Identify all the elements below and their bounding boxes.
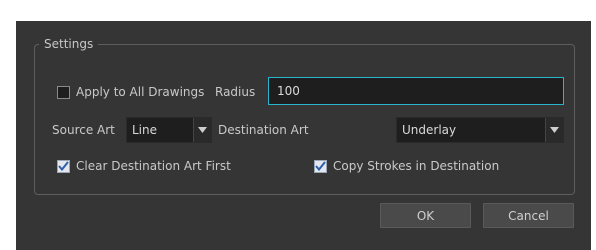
destination-art-select[interactable]: Underlay bbox=[396, 117, 564, 143]
clear-destination-row: Clear Destination Art First bbox=[57, 159, 231, 173]
source-art-value: Line bbox=[132, 123, 158, 137]
chevron-down-icon[interactable] bbox=[193, 118, 211, 142]
clear-destination-label: Clear Destination Art First bbox=[76, 159, 231, 173]
apply-all-label: Apply to All Drawings bbox=[76, 85, 205, 99]
settings-group: Settings Apply to All Drawings Radius 10… bbox=[34, 37, 575, 195]
source-art-select[interactable]: Line bbox=[126, 117, 212, 143]
settings-dialog: Settings Apply to All Drawings Radius 10… bbox=[16, 21, 591, 250]
chevron-down-icon[interactable] bbox=[545, 118, 563, 142]
clear-destination-checkbox[interactable] bbox=[57, 159, 70, 173]
settings-group-title: Settings bbox=[39, 37, 99, 51]
apply-all-checkbox[interactable] bbox=[57, 85, 70, 99]
ok-button[interactable]: OK bbox=[380, 203, 471, 228]
copy-strokes-label: Copy Strokes in Destination bbox=[333, 159, 500, 173]
apply-all-row: Apply to All Drawings bbox=[57, 85, 204, 99]
destination-art-label: Destination Art bbox=[218, 123, 309, 137]
checkmark-icon bbox=[315, 161, 326, 171]
source-art-label: Source Art bbox=[52, 123, 115, 137]
cancel-button[interactable]: Cancel bbox=[483, 203, 574, 228]
radius-input[interactable]: 100 bbox=[268, 77, 564, 105]
copy-strokes-checkbox[interactable] bbox=[314, 159, 327, 173]
radius-label: Radius bbox=[215, 85, 256, 99]
destination-art-value: Underlay bbox=[402, 123, 457, 137]
checkmark-icon bbox=[58, 161, 69, 171]
copy-strokes-row: Copy Strokes in Destination bbox=[314, 159, 499, 173]
